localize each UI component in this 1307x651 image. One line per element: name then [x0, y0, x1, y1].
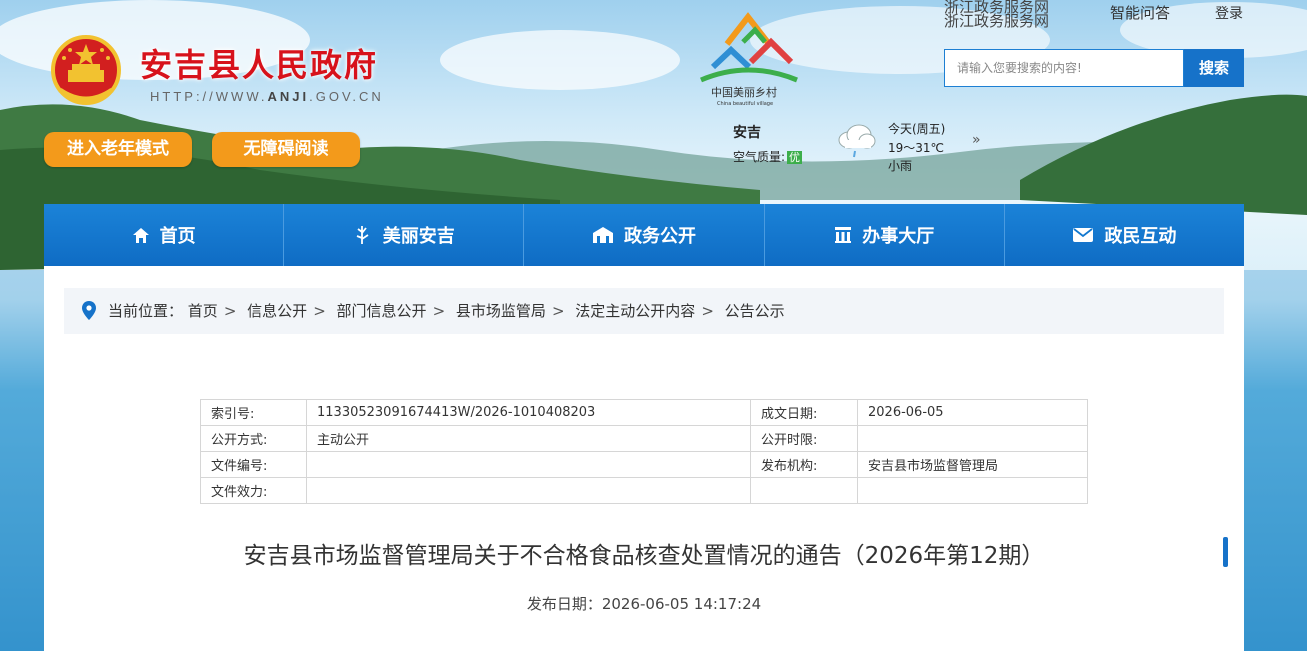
nav-beautiful-anji[interactable]: 美丽安吉: [284, 204, 525, 266]
hall-icon: [835, 227, 852, 243]
zhejiang-service-link[interactable]: 浙江政务服务网 浙江政务服务网: [944, 0, 1094, 29]
air-quality: 空气质量: 优: [733, 150, 803, 164]
nav-service-hall[interactable]: 办事大厅: [765, 204, 1005, 266]
air-quality-badge: 优: [787, 151, 803, 164]
svg-text:China beautiful village: China beautiful village: [717, 101, 773, 107]
main-nav: 首页 美丽安吉 政务公开 办事大厅 政民互动: [44, 204, 1244, 266]
breadcrumb-item[interactable]: 公告公示: [725, 302, 785, 320]
table-row: 公开方式: 主动公开 公开时限:: [200, 425, 1088, 452]
weather-description: 小雨: [888, 159, 913, 173]
breadcrumb-item[interactable]: 法定主动公开内容: [575, 302, 695, 320]
article-title: 安吉县市场监督管理局关于不合格食品核查处置情况的通告（2026年第12期）: [243, 543, 1045, 569]
breadcrumb-item[interactable]: 首页: [188, 302, 218, 320]
rain-cloud-icon: [838, 124, 876, 158]
mail-icon: [1073, 228, 1094, 242]
search-input[interactable]: 请输入您要搜索的内容!: [944, 49, 1184, 87]
breadcrumb-item[interactable]: 县市场监管局: [456, 302, 546, 320]
location-pin-icon: [82, 301, 96, 320]
table-row: 文件编号: 发布机构: 安吉县市场监督管理局: [200, 451, 1088, 478]
smart-qa-link[interactable]: 智能问答: [1110, 2, 1170, 23]
accessible-reading-button[interactable]: 无障碍阅读: [212, 132, 360, 167]
table-row: 索引号: 11330523091674413W/2026-1010408203 …: [200, 399, 1088, 426]
nav-government-affairs[interactable]: 政务公开: [524, 204, 765, 266]
weather-city: 安吉: [733, 125, 761, 141]
publish-date: 发布日期：2026-06-05 14:17:24: [526, 595, 762, 613]
home-icon: [132, 227, 149, 243]
beautiful-village-logo: 中国美丽乡村 China beautiful village: [700, 12, 798, 107]
site-title[interactable]: 安吉县人民政府: [140, 40, 378, 86]
weather-temperature: 19～31℃: [888, 141, 945, 155]
weather-day: 今天(周五): [888, 122, 946, 136]
nav-home[interactable]: 首页: [44, 204, 285, 266]
weather-more-link[interactable]: »: [972, 132, 981, 148]
svg-text:中国美丽乡村: 中国美丽乡村: [711, 85, 777, 99]
national-emblem-icon: [51, 35, 121, 105]
building-icon: [593, 227, 613, 243]
elder-mode-button[interactable]: 进入老年模式: [44, 132, 192, 167]
bamboo-icon: [356, 226, 369, 244]
search-button[interactable]: 搜索: [1184, 49, 1244, 87]
site-url: HTTP://WWW.ANJI.GOV.CN: [150, 89, 384, 104]
document-meta-table: 索引号: 11330523091674413W/2026-1010408203 …: [200, 399, 1088, 504]
breadcrumb-item[interactable]: 信息公开: [247, 302, 307, 320]
scroll-indicator[interactable]: [1223, 537, 1228, 567]
table-row: 文件效力:: [200, 477, 1088, 504]
breadcrumb: 当前位置： 首页 > 信息公开 > 部门信息公开 > 县市场监管局 > 法定主动公开内容…: [64, 288, 1224, 334]
breadcrumb-item[interactable]: 部门信息公开: [337, 302, 427, 320]
login-link[interactable]: 登录: [1215, 3, 1243, 23]
nav-public-interaction[interactable]: 政民互动: [1005, 204, 1244, 266]
